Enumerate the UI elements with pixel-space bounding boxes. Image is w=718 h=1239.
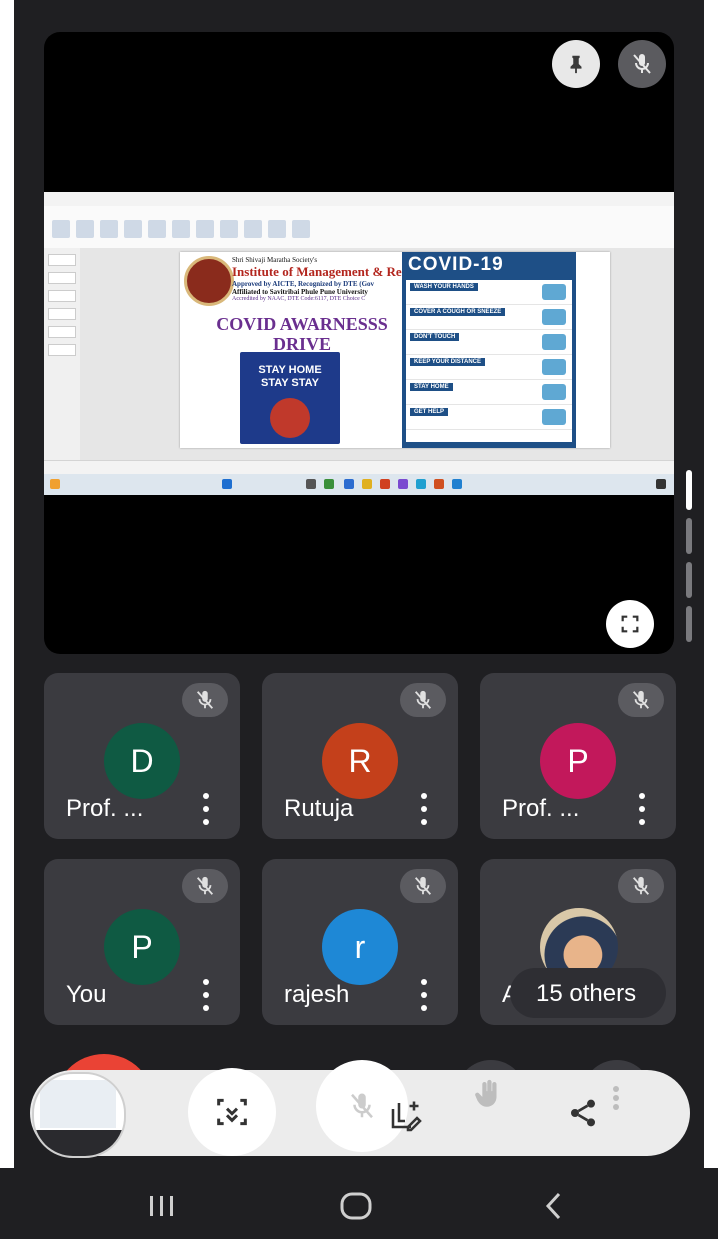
mic-off-indicator [618,869,664,903]
share-icon [571,1099,595,1127]
camera-switch-button[interactable] [188,1068,276,1156]
avatar: P [540,723,616,799]
covid-title: COVID-19 [408,254,504,275]
mic-off-indicator [182,683,228,717]
more-options-button[interactable] [418,793,430,825]
share-button[interactable] [560,1090,606,1136]
slide-accredited: Accredited by NAAC, DTE Code:6117, DTE C… [232,296,366,302]
app-title-bar [44,192,674,207]
participant-name: You [66,981,107,1008]
participant-tile[interactable]: P Prof. ... [480,673,676,839]
participant-tile-self[interactable]: P You [44,859,240,1025]
participant-name: Prof. ... [502,795,580,822]
stay-home-poster: STAY HOME STAY STAY [240,352,340,444]
more-options-button[interactable] [606,1084,626,1112]
others-count-label: 15 others [536,980,637,1007]
annotate-button[interactable] [382,1092,428,1138]
slide: Shri Shivaji Maratha Society's Institute… [180,252,610,448]
covid-item: KEEP YOUR DISTANCE [406,355,572,380]
preview-image [40,1080,116,1128]
mic-off-indicator [182,869,228,903]
ribbon-tools [52,220,452,242]
mic-off-indicator [400,683,446,717]
home-button[interactable] [334,1186,378,1226]
covid-item: COVER A COUGH OR SNEEZE [406,305,572,330]
fullscreen-icon [621,615,639,633]
slide-institute: Institute of Management & Rese [232,264,413,279]
recent-apps-icon [150,1196,173,1216]
right-edge [704,0,718,1239]
covid-item: DON'T TOUCH [406,330,572,355]
camera-switch-icon [217,1098,247,1126]
slide-affiliated: Affiliated to Savitribai Phule Pune Univ… [232,288,368,296]
home-icon [340,1192,372,1220]
participant-tile[interactable]: D Prof. ... [44,673,240,839]
left-edge [0,0,14,1239]
poster-text: STAY HOME STAY STAY [240,364,340,390]
poster-line1: STAY HOME [258,364,322,376]
more-options-button[interactable] [636,793,648,825]
participant-name: Rutuja [284,795,354,822]
windows-taskbar [44,474,674,495]
covid-item: STAY HOME [406,380,572,405]
covid-list: WASH YOUR HANDS COVER A COUGH OR SNEEZE … [406,280,572,442]
covid-item: GET HELP [406,405,572,430]
virus-illustration [270,398,310,438]
mic-off-icon [633,54,651,74]
covid-infographic: COVID-19 WASH YOUR HANDS COVER A COUGH O… [402,252,576,448]
page-indicator[interactable] [686,470,692,642]
back-icon [545,1192,561,1220]
stage-mute-indicator [618,40,666,88]
more-vertical-icon [613,1086,619,1110]
presentation-stage[interactable]: Shri Shivaji Maratha Society's Institute… [44,32,674,654]
avatar: P [104,909,180,985]
slide-heading-line2: DRIVE [272,334,331,354]
avatar: D [104,723,180,799]
mic-off-indicator [400,869,446,903]
mic-off-icon [632,876,650,895]
participant-tile[interactable]: R Rutuja [262,673,458,839]
mic-off-icon [351,1093,373,1119]
slide-heading: COVID AWARNESSS DRIVE [202,314,402,354]
mic-off-icon [414,690,432,709]
fullscreen-button[interactable] [606,600,654,648]
recent-apps-button[interactable] [140,1186,184,1226]
raise-hand-button[interactable] [464,1070,512,1118]
back-button[interactable] [534,1186,574,1226]
slide-canvas: Shri Shivaji Maratha Society's Institute… [80,248,674,460]
pin-button[interactable] [552,40,600,88]
screen-preview-thumbnail[interactable] [32,1072,126,1158]
avatar: R [322,723,398,799]
more-options-button[interactable] [418,979,430,1011]
raise-hand-icon [475,1079,497,1107]
more-options-button[interactable] [200,979,212,1011]
slide-header: Shri Shivaji Maratha Society's Institute… [232,256,413,302]
slide-org: Shri Shivaji Maratha Society's [232,256,318,264]
participant-name: Prof. ... [66,795,144,822]
mic-off-indicator [618,683,664,717]
mic-off-icon [632,690,650,709]
app-ribbon [44,206,674,249]
shared-screen: Shri Shivaji Maratha Society's Institute… [44,192,674,495]
mic-off-icon [196,690,214,709]
institute-logo [184,256,234,306]
slide-heading-line1: COVID AWARNESSS [216,314,388,334]
slide-thumbnails [44,248,81,460]
meeting-screen: Shri Shivaji Maratha Society's Institute… [0,0,718,1239]
participant-tile[interactable]: r rajesh [262,859,458,1025]
app-status-bar [44,460,674,475]
more-options-button[interactable] [200,793,212,825]
participant-name: rajesh [284,981,350,1008]
preview-controls [34,1130,124,1156]
slide-approved: Approved by AICTE, Recognized by DTE (Go… [232,280,375,288]
mic-off-icon [414,876,432,895]
poster-line2: STAY STAY [261,377,319,389]
avatar: r [322,909,398,985]
mic-off-icon [196,876,214,895]
annotate-icon [391,1101,422,1132]
covid-item: WASH YOUR HANDS [406,280,572,305]
pin-icon [570,55,582,74]
